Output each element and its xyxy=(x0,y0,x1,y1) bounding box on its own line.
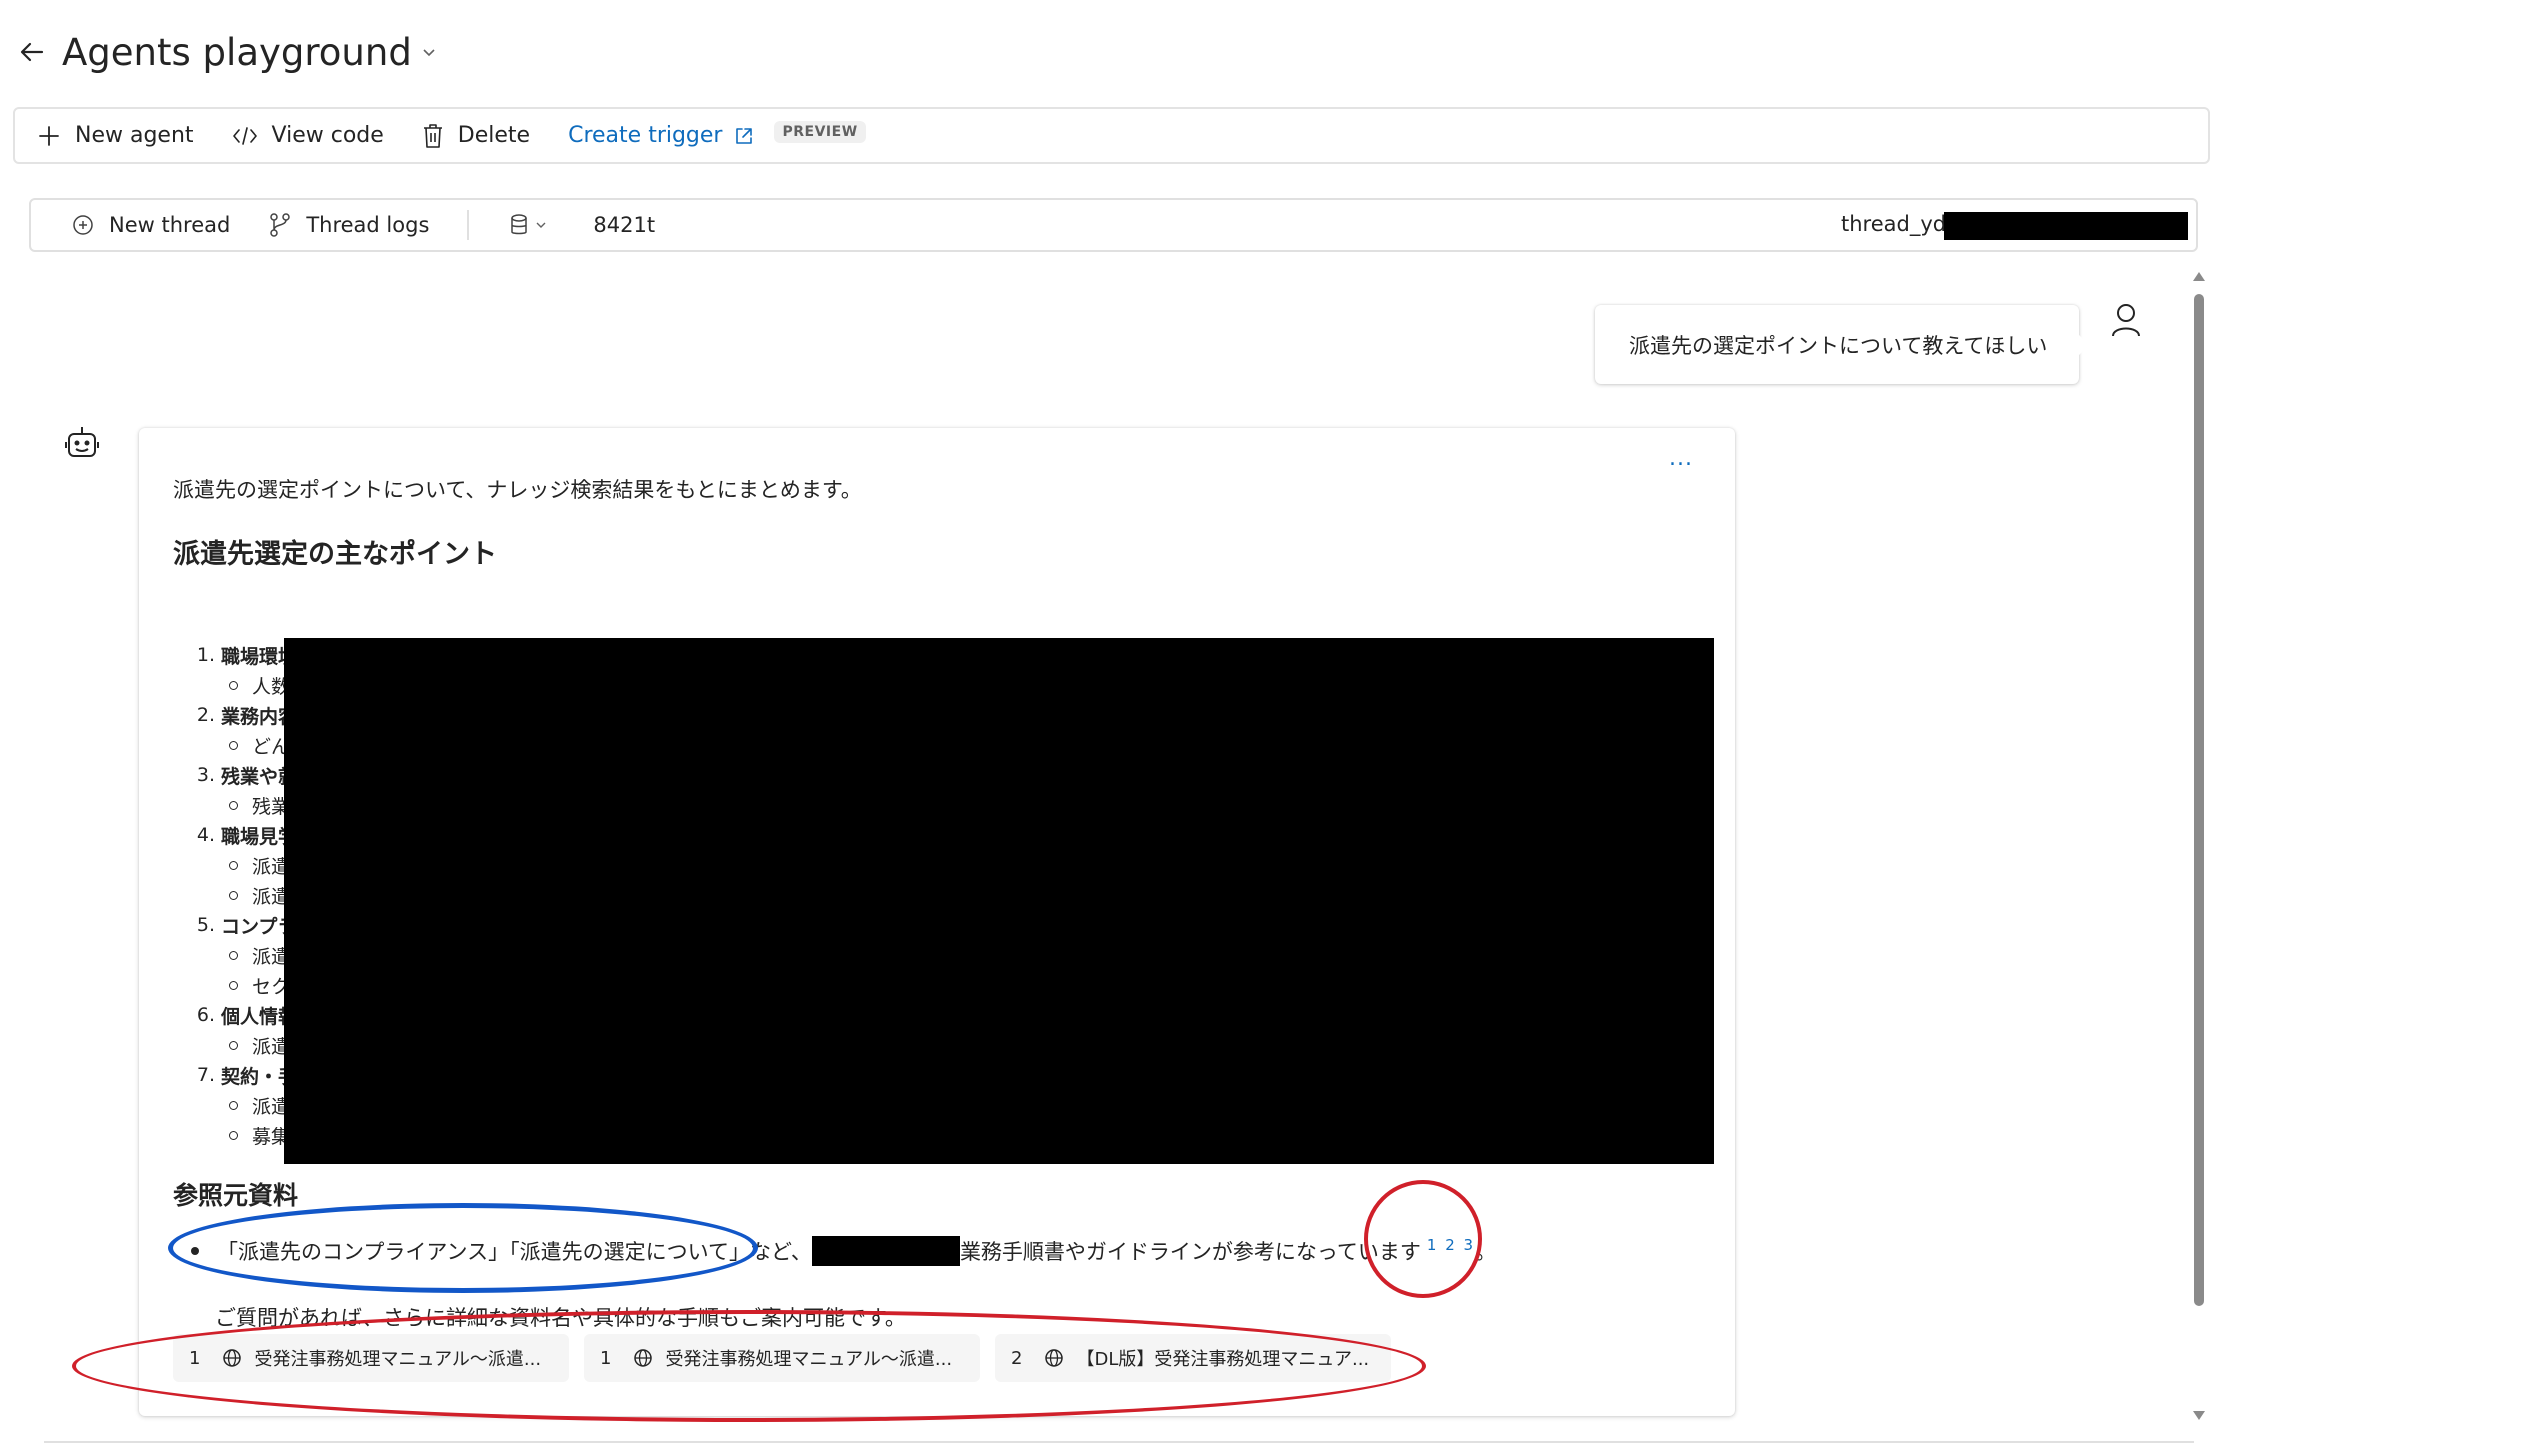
user-message-text: 派遣先の選定ポイントについて教えてほしい xyxy=(1629,333,2048,358)
delete-label: Delete xyxy=(457,123,531,148)
user-message-bubble: 派遣先の選定ポイントについて教えてほしい xyxy=(1595,305,2089,384)
branch-icon xyxy=(270,213,291,237)
redacted-content-block xyxy=(284,638,1714,1164)
bot-heading: 派遣先選定の主なポイント xyxy=(173,539,497,570)
new-agent-button[interactable]: New agent xyxy=(37,123,194,148)
redacted-thread-id xyxy=(1944,212,2188,240)
page-title: Agents playground xyxy=(62,30,412,74)
new-agent-label: New agent xyxy=(75,123,194,148)
chevron-down-icon[interactable] xyxy=(422,42,442,62)
thread-bar: New thread Thread logs 8421t thread_yd5 xyxy=(29,198,2198,252)
more-options-button[interactable]: ... xyxy=(1669,446,1693,471)
bottom-divider xyxy=(44,1441,2194,1443)
chevron-down-icon xyxy=(536,222,546,228)
agent-toolbar: New agent View code Delete Create trigge… xyxy=(13,107,2210,164)
model-selector[interactable] xyxy=(509,213,553,237)
trash-icon xyxy=(423,123,442,148)
thread-logs-label: Thread logs xyxy=(306,213,430,237)
back-arrow-icon[interactable] xyxy=(14,34,50,70)
toolbar-divider xyxy=(467,210,470,240)
model-name: 8421t xyxy=(593,213,656,237)
thread-logs-button[interactable]: Thread logs xyxy=(268,212,429,238)
new-thread-label: New thread xyxy=(109,213,231,237)
external-link-icon xyxy=(736,127,753,144)
create-trigger-label: Create trigger xyxy=(568,123,723,148)
bot-avatar-icon xyxy=(64,425,100,465)
new-thread-button[interactable]: New thread xyxy=(71,213,230,237)
code-icon xyxy=(232,126,257,145)
create-trigger-link[interactable]: Create trigger xyxy=(568,123,754,148)
user-avatar-icon xyxy=(2108,302,2144,338)
view-code-button[interactable]: View code xyxy=(232,123,384,148)
scroll-up-arrow-icon[interactable] xyxy=(2193,272,2205,281)
red-annotation-ellipse xyxy=(72,1310,1426,1422)
bot-intro-text: 派遣先の選定ポイントについて、ナレッジ検索結果をもとにまとめます。 xyxy=(173,478,862,502)
plus-icon xyxy=(39,125,59,146)
scroll-down-arrow-icon[interactable] xyxy=(2193,1411,2205,1420)
red-annotation-circle xyxy=(1364,1180,1482,1298)
preview-badge: PREVIEW xyxy=(774,120,866,143)
view-code-label: View code xyxy=(271,123,384,148)
references-heading: 参照元資料 xyxy=(173,1181,299,1210)
chat-add-icon xyxy=(73,215,93,235)
redacted-inline-text xyxy=(811,1236,960,1266)
blue-annotation-ellipse xyxy=(168,1203,758,1293)
thread-id: thread_yd5 xyxy=(1841,212,1960,236)
database-icon xyxy=(511,214,528,235)
page-header: Agents playground xyxy=(14,24,442,80)
scrollbar-thumb[interactable] xyxy=(2194,294,2204,1306)
reference-text-after: 業務手順書やガイドラインが参考になっています xyxy=(959,1240,1421,1264)
delete-button[interactable]: Delete xyxy=(422,123,530,149)
